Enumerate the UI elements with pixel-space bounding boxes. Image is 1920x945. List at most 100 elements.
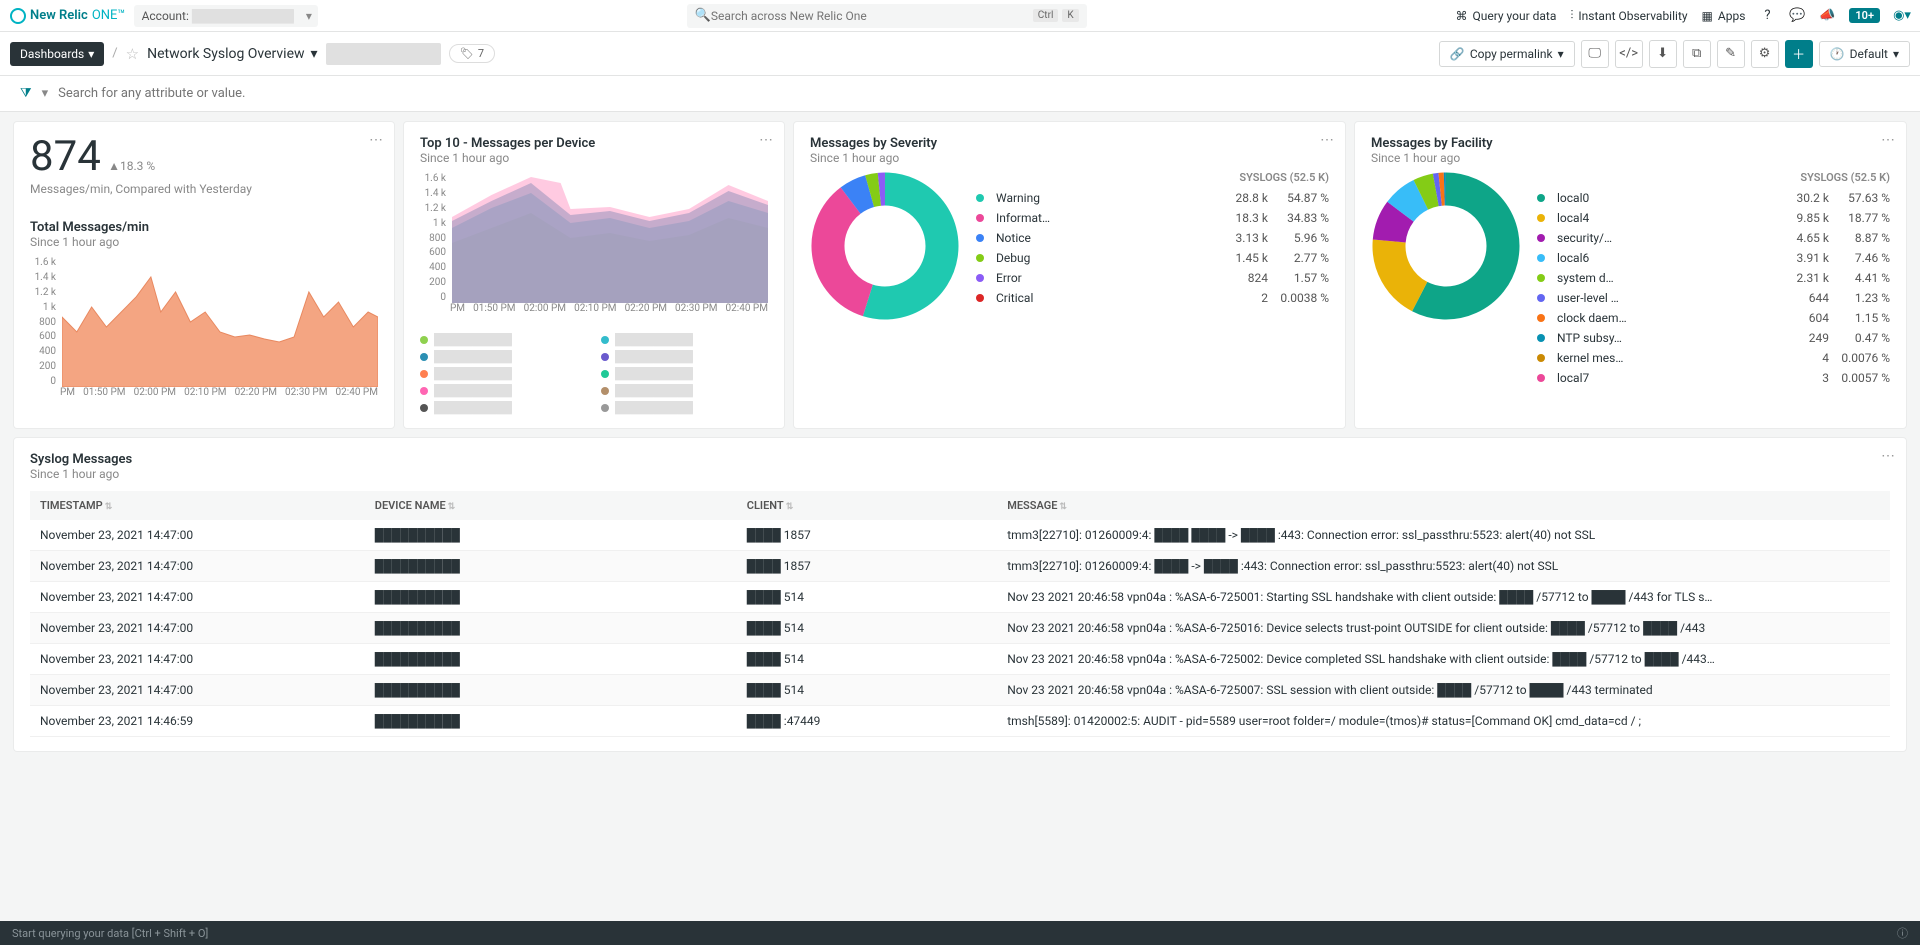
sort-icon: ⇅ [105,502,113,512]
legend-percent: 0.0057 % [1835,371,1890,385]
kpi-trend: ▲18.3 % [108,159,155,173]
totals-chart: 1.6 k1.4 k1.2 k1 k8006004002000 PM01:50 … [30,257,378,407]
top10-chart: 1.6 k1.4 k1.2 k1 k8006004002000 PM01:50 … [420,173,768,323]
severity-sub: Since 1 hour ago [810,151,1329,165]
legend-item[interactable]: ██████████ [601,384,768,397]
legend-dot-icon [1537,334,1545,342]
dashboards-button[interactable]: Dashboards▾ [10,42,104,66]
table-header[interactable]: TIMESTAMP⇅ [30,491,365,520]
legend-row[interactable]: system d…2.31 k4.41 % [1537,268,1890,288]
terminal-icon: ⌘ [1455,9,1467,23]
notifications-badge[interactable]: 10+ [1849,8,1880,23]
legend-row[interactable]: user-level …6441.23 % [1537,288,1890,308]
legend-row[interactable]: Notice3.13 k5.96 % [976,228,1329,248]
legend-item[interactable]: ██████████ [420,333,587,346]
legend-row[interactable]: kernel mes…40.0076 % [1537,348,1890,368]
legend-row[interactable]: security/…4.65 k8.87 % [1537,228,1890,248]
edit-icon[interactable]: ✎ [1717,40,1745,68]
card-menu-icon[interactable]: ⋯ [1881,132,1896,148]
syslog-table-card: ⋯ Syslog Messages Since 1 hour ago TIMES… [14,438,1906,751]
table-row[interactable]: November 23, 2021 14:46:59██████████████… [30,706,1890,737]
link-icon: 🔗 [1450,47,1465,61]
settings-icon[interactable]: ⚙ [1751,40,1779,68]
legend-percent: 18.77 % [1835,211,1890,225]
add-button[interactable]: ＋ [1785,40,1813,68]
legend-row[interactable]: Debug1.45 k2.77 % [976,248,1329,268]
facility-card: ⋯ Messages by Facility Since 1 hour ago … [1355,122,1906,428]
announce-icon[interactable]: 📣 [1819,8,1835,24]
legend-percent: 2.77 % [1274,251,1329,265]
legend-row[interactable]: local63.91 k7.46 % [1537,248,1890,268]
time-range-button[interactable]: 🕐Default▾ [1819,41,1910,67]
table-row[interactable]: November 23, 2021 14:47:00██████████████… [30,551,1890,582]
legend-dot-icon [1537,314,1545,322]
top10-title: Top 10 - Messages per Device [420,136,768,151]
table-row[interactable]: November 23, 2021 14:47:00██████████████… [30,582,1890,613]
table-cell: ██████████ [365,613,737,644]
tv-mode-icon[interactable]: 🖵 [1581,40,1609,68]
apps-link[interactable]: ▦Apps [1702,9,1746,23]
legend-row[interactable]: Critical20.0038 % [976,288,1329,308]
legend-row[interactable]: local730.0057 % [1537,368,1890,388]
table-header[interactable]: CLIENT⇅ [737,491,997,520]
legend-dot-icon [420,404,428,412]
filter-icon[interactable]: ⧩ [20,86,32,101]
legend-row[interactable]: clock daem…6041.15 % [1537,308,1890,328]
legend-row[interactable]: Warning28.8 k54.87 % [976,188,1329,208]
legend-row[interactable]: local030.2 k57.63 % [1537,188,1890,208]
chevron-down-icon[interactable]: ▾ [42,86,49,101]
global-search[interactable]: 🔍 Ctrl K [687,4,1087,28]
legend-dot-icon [1537,354,1545,362]
legend-percent: 0.0038 % [1274,291,1329,305]
brand-logo[interactable]: New Relic ONE™ [10,8,126,24]
card-menu-icon[interactable]: ⋯ [1320,132,1335,148]
legend-label: Critical [996,291,1212,305]
card-menu-icon[interactable]: ⋯ [759,132,774,148]
legend-item[interactable]: ██████████ [601,401,768,414]
tag-chip[interactable]: 🏷7 [449,44,495,63]
legend-row[interactable]: local49.85 k18.77 % [1537,208,1890,228]
kpi-totals-card: ⋯ 874 ▲18.3 % Messages/min, Compared wit… [14,122,394,428]
legend-label: local7 [1557,371,1773,385]
legend-row[interactable]: Informat…18.3 k34.83 % [976,208,1329,228]
legend-item[interactable]: ██████████ [601,367,768,380]
copy-permalink-button[interactable]: 🔗Copy permalink▾ [1439,41,1575,67]
legend-item[interactable]: ██████████ [420,384,587,397]
card-menu-icon[interactable]: ⋯ [1881,448,1896,464]
download-icon[interactable]: ⬇ [1649,40,1677,68]
instant-obs-link[interactable]: ⫶Instant Observability [1570,8,1687,23]
global-search-input[interactable] [711,9,1029,23]
code-icon[interactable]: </> [1615,40,1643,68]
legend-item[interactable]: ██████████ [420,367,587,380]
table-row[interactable]: November 23, 2021 14:47:00██████████████… [30,613,1890,644]
help-icon[interactable]: ? [1759,8,1775,24]
filter-input[interactable] [58,86,1900,101]
legend-row[interactable]: Error8241.57 % [976,268,1329,288]
legend-row[interactable]: NTP subsy…2490.47 % [1537,328,1890,348]
favorite-star-icon[interactable]: ☆ [126,45,139,63]
table-header[interactable]: DEVICE NAME⇅ [365,491,737,520]
user-menu-icon[interactable]: ◉▾ [1894,8,1910,24]
copy-icon[interactable]: ⧉ [1683,40,1711,68]
table-row[interactable]: November 23, 2021 14:47:00██████████████… [30,520,1890,551]
legend-item[interactable]: ██████████ [601,350,768,363]
dashboard-title[interactable]: Network Syslog Overview▾ [147,46,317,62]
feedback-icon[interactable]: 💬 [1789,8,1805,24]
table-cell: tmm3[22710]: 01260009:4: ████ ████ -> ██… [997,520,1890,551]
footer-cmd[interactable]: Start querying your data [Ctrl + Shift +… [0,921,1920,945]
legend-item[interactable]: ██████████ [420,350,587,363]
table-row[interactable]: November 23, 2021 14:47:00██████████████… [30,675,1890,706]
info-icon[interactable]: ⓘ [1897,925,1908,941]
legend-item[interactable]: ██████████ [601,333,768,346]
table-header[interactable]: MESSAGE⇅ [997,491,1890,520]
table-row[interactable]: November 23, 2021 14:47:00██████████████… [30,644,1890,675]
legend-percent: 1.57 % [1274,271,1329,285]
query-data-link[interactable]: ⌘Query your data [1455,9,1556,23]
card-menu-icon[interactable]: ⋯ [369,132,384,148]
legend-value: 28.8 k [1218,191,1268,205]
account-selector[interactable]: Account: ████████████ [134,5,318,27]
legend-item[interactable]: ██████████ [420,401,587,414]
legend-dot-icon [420,336,428,344]
legend-label: local4 [1557,211,1773,225]
table-cell: November 23, 2021 14:47:00 [30,675,365,706]
